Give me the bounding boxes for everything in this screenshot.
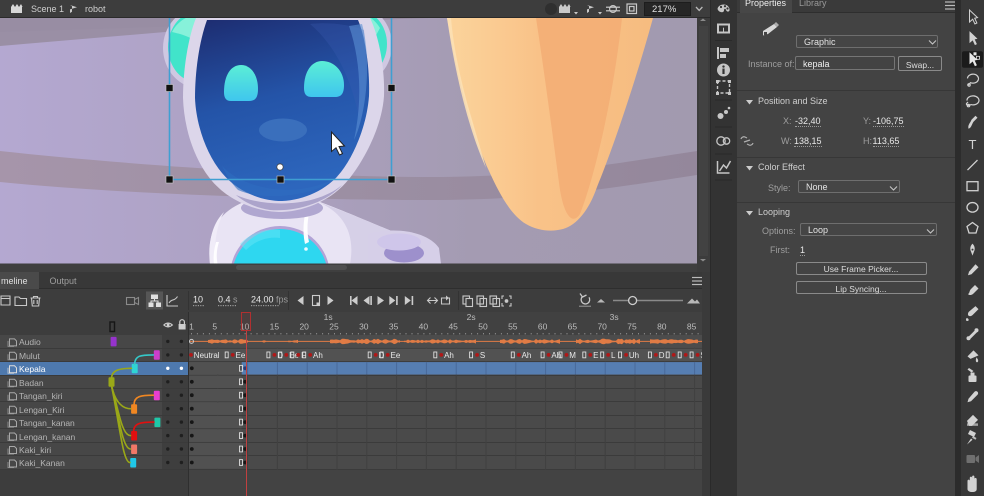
svg-text:60: 60 (538, 322, 548, 332)
svg-text:10: 10 (193, 295, 203, 305)
svg-text:Ah: Ah (313, 351, 323, 360)
svg-text:Ee: Ee (391, 351, 401, 360)
svg-text:70: 70 (597, 322, 607, 332)
svg-text:75: 75 (627, 322, 637, 332)
svg-text:1: 1 (189, 322, 194, 332)
svg-text:Ah: Ah (522, 351, 532, 360)
svg-text:25: 25 (329, 322, 339, 332)
svg-text:5: 5 (212, 322, 217, 332)
svg-text:45: 45 (448, 322, 458, 332)
svg-text:1s: 1s (324, 312, 333, 322)
svg-text:24.00 fps: 24.00 fps (251, 295, 289, 305)
svg-text:20: 20 (299, 322, 309, 332)
svg-text:Neutral: Neutral (194, 351, 220, 360)
svg-text:0.4 s: 0.4 s (218, 295, 238, 305)
svg-text:D: D (659, 351, 665, 360)
svg-text:2s: 2s (467, 312, 476, 322)
svg-text:55: 55 (508, 322, 518, 332)
svg-text:Ee: Ee (236, 351, 246, 360)
svg-text:S: S (480, 351, 485, 360)
svg-text:50: 50 (478, 322, 488, 332)
svg-text:35: 35 (389, 322, 399, 332)
svg-text:65: 65 (568, 322, 578, 332)
svg-text:Ah: Ah (444, 351, 454, 360)
svg-text:M: M (569, 351, 576, 360)
svg-text:T: T (969, 137, 977, 152)
svg-text:L: L (611, 351, 616, 360)
svg-text:3s: 3s (610, 312, 619, 322)
svg-text:15: 15 (270, 322, 280, 332)
svg-text:E: E (593, 351, 598, 360)
svg-text:80: 80 (657, 322, 667, 332)
svg-text:40: 40 (419, 322, 429, 332)
svg-text:Uh: Uh (629, 351, 639, 360)
svg-text:85: 85 (687, 322, 697, 332)
svg-text:30: 30 (359, 322, 369, 332)
